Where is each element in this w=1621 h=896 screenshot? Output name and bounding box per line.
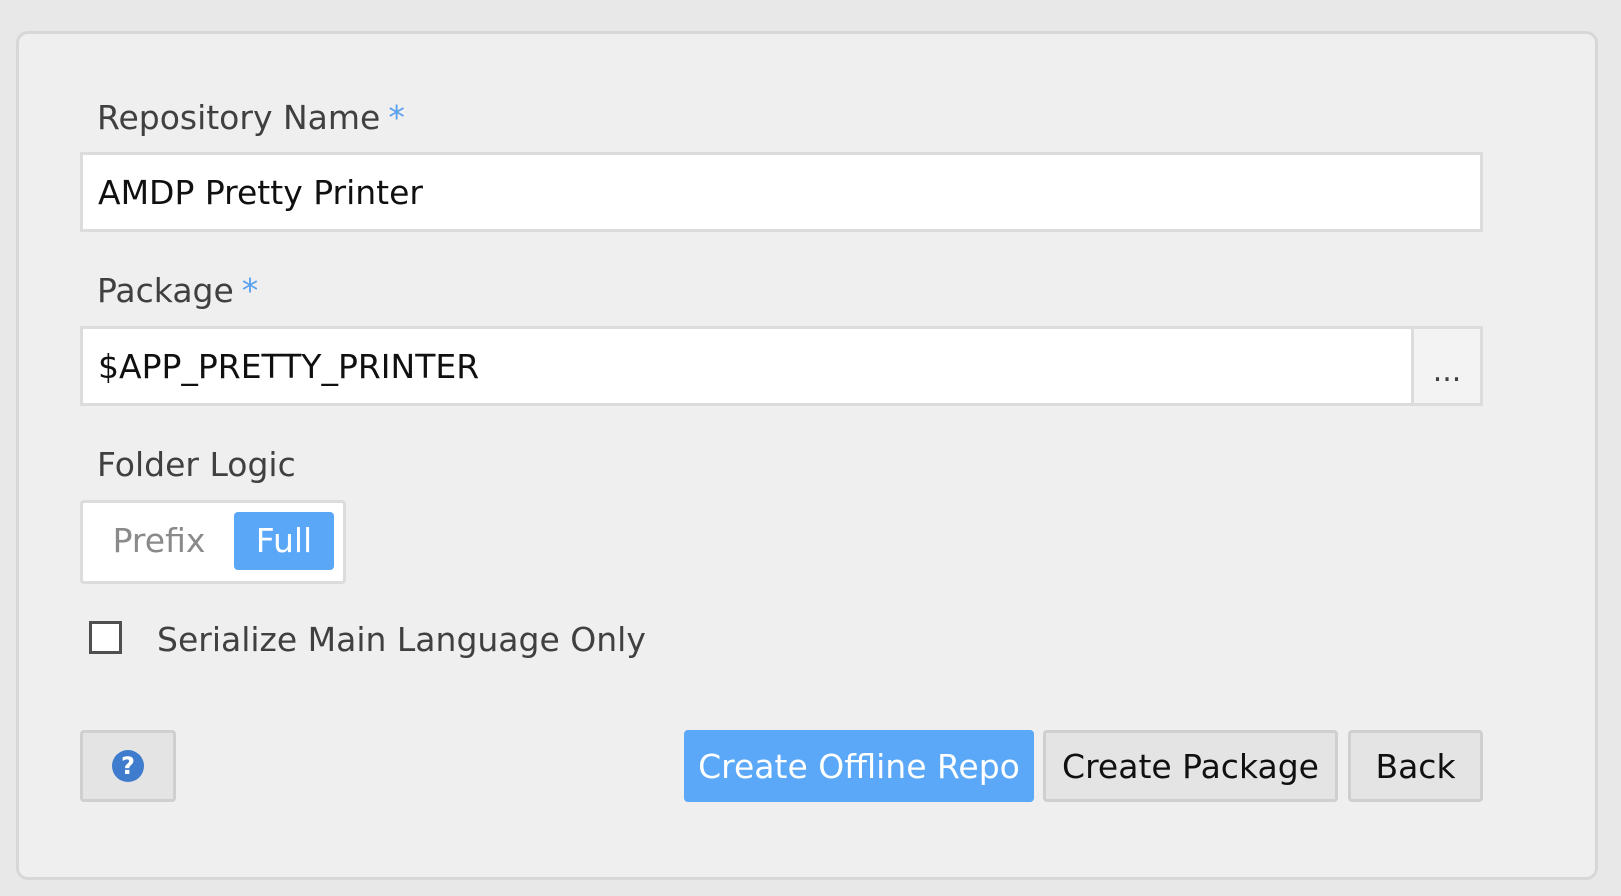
create-offline-repo-label: Create Offline Repo bbox=[698, 746, 1020, 786]
repo-name-input[interactable]: AMDP Pretty Printer bbox=[80, 152, 1483, 232]
folder-logic-option-full[interactable]: Full bbox=[234, 512, 334, 570]
help-button[interactable]: ? bbox=[80, 730, 176, 802]
create-package-label: Create Package bbox=[1062, 746, 1319, 786]
package-label-text: Package bbox=[97, 271, 234, 310]
new-offline-repo-panel: Repository Name * AMDP Pretty Printer Pac… bbox=[16, 31, 1598, 880]
create-package-button[interactable]: Create Package bbox=[1043, 730, 1338, 802]
ellipsis-icon: ... bbox=[1432, 354, 1462, 389]
back-button[interactable]: Back bbox=[1348, 730, 1483, 802]
serialize-main-language-label[interactable]: Serialize Main Language Only bbox=[157, 620, 646, 660]
back-label: Back bbox=[1375, 746, 1456, 786]
folder-logic-label: Folder Logic bbox=[97, 445, 296, 484]
question-circle-icon: ? bbox=[112, 750, 144, 782]
repo-name-label: Repository Name * bbox=[97, 98, 405, 138]
required-marker: * bbox=[241, 271, 259, 310]
serialize-main-language-checkbox[interactable] bbox=[89, 621, 122, 654]
required-marker: * bbox=[388, 98, 405, 137]
package-browse-button[interactable]: ... bbox=[1414, 326, 1483, 406]
package-label: Package * bbox=[97, 271, 258, 311]
repo-name-value: AMDP Pretty Printer bbox=[98, 172, 423, 212]
package-value: $APP_PRETTY_PRINTER bbox=[98, 346, 480, 386]
repo-name-label-text: Repository Name bbox=[97, 98, 381, 137]
package-input[interactable]: $APP_PRETTY_PRINTER bbox=[80, 326, 1414, 406]
folder-logic-option-prefix[interactable]: Prefix bbox=[91, 512, 227, 570]
folder-logic-toggle: Prefix Full bbox=[80, 500, 346, 584]
create-offline-repo-button[interactable]: Create Offline Repo bbox=[684, 730, 1034, 802]
